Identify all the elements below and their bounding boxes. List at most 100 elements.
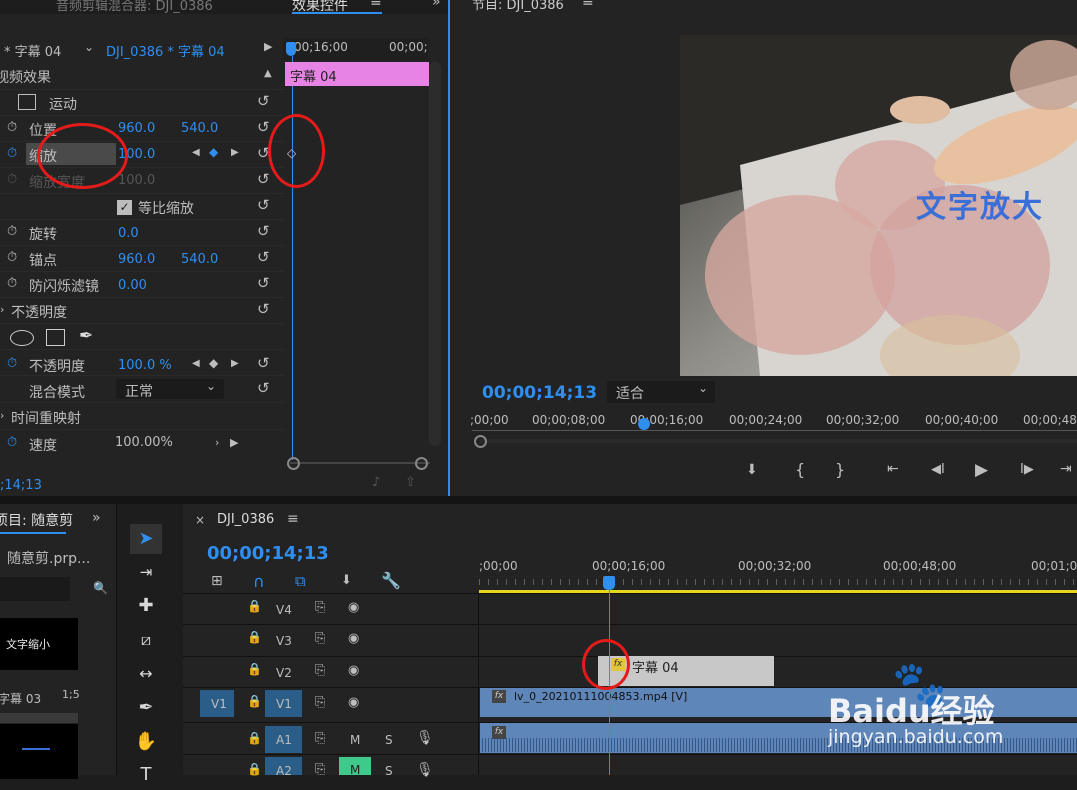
anchor-y-value[interactable]: 540.0 <box>181 252 218 267</box>
expand-arrow-icon[interactable]: › <box>0 303 4 316</box>
panel-menu-icon[interactable]: ≡ <box>582 0 594 10</box>
chevron-down-icon[interactable]: ⌄ <box>698 381 708 395</box>
next-keyframe-icon[interactable]: ▶ <box>231 358 239 369</box>
microphone-icon[interactable]: 🎙 <box>416 762 434 778</box>
step-forward-icon[interactable]: I▶ <box>1020 462 1034 477</box>
time-remap-label[interactable]: 时间重映射 <box>11 408 81 428</box>
eye-icon[interactable]: ◉ <box>348 663 359 678</box>
expand-panels-icon[interactable]: » <box>432 0 441 10</box>
stopwatch-icon[interactable]: ⏱ <box>7 276 17 291</box>
video-frame[interactable]: 文字放大 <box>680 35 1077 376</box>
pen-tool[interactable]: ✒ <box>130 693 162 723</box>
rectangle-mask-icon[interactable] <box>46 329 65 346</box>
ellipse-mask-icon[interactable] <box>10 330 34 346</box>
search-bin-icon[interactable]: 🔍 <box>93 581 108 595</box>
panel-menu-icon[interactable]: ≡ <box>370 0 382 10</box>
reset-icon[interactable]: ↺ <box>257 118 273 136</box>
rotation-value[interactable]: 0.0 <box>118 226 139 241</box>
export-frame-icon[interactable]: ⇧ <box>405 475 416 490</box>
lock-icon[interactable]: 🔒 <box>247 599 262 613</box>
go-to-out-icon[interactable]: ⇥ <box>1060 461 1072 477</box>
mark-out-icon[interactable]: } <box>835 460 845 479</box>
anchor-x-value[interactable]: 960.0 <box>118 252 155 267</box>
position-x-value[interactable]: 960.0 <box>118 121 155 136</box>
effect-controls-timecode[interactable]: ;14;13 <box>0 478 42 493</box>
reset-icon[interactable]: ↺ <box>257 354 273 372</box>
project-search-input[interactable] <box>0 577 70 601</box>
opacity-group-label[interactable]: 不透明度 <box>11 302 67 322</box>
mini-playhead-marker[interactable] <box>286 42 296 56</box>
stopwatch-icon[interactable]: ⏱ <box>7 356 17 371</box>
mute-button[interactable]: M <box>350 733 360 747</box>
lock-icon[interactable]: 🔒 <box>247 762 262 776</box>
prev-keyframe-icon[interactable]: ◀ <box>192 358 200 369</box>
eye-icon[interactable]: ◉ <box>348 631 359 646</box>
add-marker-icon[interactable]: ⬇ <box>341 573 352 588</box>
add-keyframe-icon[interactable]: ◆ <box>209 145 218 159</box>
eye-icon[interactable]: ◉ <box>348 695 359 710</box>
type-tool[interactable]: T <box>130 760 162 790</box>
motion-label[interactable]: 运动 <box>49 94 77 114</box>
stopwatch-icon[interactable]: ⏱ <box>7 224 17 239</box>
lock-icon[interactable]: 🔒 <box>247 630 262 644</box>
selection-tool[interactable]: ➤ <box>130 524 162 554</box>
sync-lock-icon[interactable]: ⎘ <box>315 695 325 710</box>
chevron-down-icon[interactable]: ⌄ <box>206 379 216 393</box>
timeline-playhead[interactable] <box>603 576 615 590</box>
microphone-icon[interactable]: 🎙 <box>416 730 434 746</box>
timeline-tab[interactable]: DJI_0386 <box>217 512 274 527</box>
next-keyframe-icon[interactable]: ▶ <box>231 147 239 158</box>
reset-icon[interactable]: ↺ <box>257 300 273 318</box>
add-keyframe-icon[interactable]: ◆ <box>209 356 218 370</box>
reset-icon[interactable]: ↺ <box>257 379 273 397</box>
eye-icon[interactable]: ◉ <box>348 600 359 615</box>
program-timecode[interactable]: 00;00;14;13 <box>482 383 597 403</box>
go-to-in-icon[interactable]: ⇤ <box>887 461 899 477</box>
track-label[interactable]: V4 <box>276 603 292 617</box>
lock-icon[interactable]: 🔒 <box>247 694 262 708</box>
panel-menu-icon[interactable]: ≡ <box>287 511 299 527</box>
razor-tool[interactable]: ⧄ <box>130 625 162 655</box>
linked-selection-icon[interactable]: ⧉ <box>295 572 306 590</box>
uniform-scale-checkbox[interactable]: ✓ <box>117 200 132 215</box>
expand-arrow-icon[interactable]: › <box>0 409 4 422</box>
zoom-handle-right[interactable] <box>415 457 428 470</box>
zoom-handle-left[interactable] <box>287 457 300 470</box>
audio-clip-only-icon[interactable]: ♪ <box>372 475 380 490</box>
track-label[interactable]: V3 <box>276 634 292 648</box>
play-button[interactable]: ▶ <box>975 460 988 480</box>
add-marker-icon[interactable]: ⬇ <box>746 462 758 478</box>
reset-icon[interactable]: ↺ <box>257 274 273 292</box>
program-playhead[interactable] <box>638 418 650 430</box>
reset-icon[interactable]: ↺ <box>257 92 273 110</box>
prev-keyframe-icon[interactable]: ◀ <box>192 147 200 158</box>
project-tab[interactable]: 项目: 随意剪 <box>0 510 73 530</box>
stopwatch-icon[interactable]: ⏱ <box>7 120 17 135</box>
reset-icon[interactable]: ↺ <box>257 222 273 240</box>
expand-panels-icon[interactable]: » <box>92 510 101 526</box>
effects-scrollbar[interactable] <box>429 62 441 446</box>
settings-wrench-icon[interactable]: 🔧 <box>381 571 401 590</box>
track-select-tool[interactable]: ⇥ <box>130 557 162 587</box>
sync-lock-icon[interactable]: ⎘ <box>315 731 325 746</box>
solo-button[interactable]: S <box>385 733 393 747</box>
snap-icon[interactable]: ∩ <box>253 572 265 591</box>
ripple-edit-tool[interactable]: ✚ <box>130 591 162 621</box>
next-keyframe-icon[interactable]: › <box>215 436 219 449</box>
sync-lock-icon[interactable]: ⎘ <box>315 600 325 615</box>
reset-icon[interactable]: ↺ <box>257 248 273 266</box>
sync-lock-icon[interactable]: ⎘ <box>315 631 325 646</box>
mark-in-icon[interactable]: { <box>795 460 805 479</box>
audio-mixer-tab[interactable]: 音频剪辑混合器: DJI_0386 <box>56 0 213 14</box>
lock-icon[interactable]: 🔒 <box>247 731 262 745</box>
stopwatch-icon[interactable]: ⏱ <box>7 146 17 161</box>
pen-mask-icon[interactable]: ✒ <box>79 326 93 346</box>
thumbnail-clip[interactable] <box>0 724 78 779</box>
position-y-value[interactable]: 540.0 <box>181 121 218 136</box>
timeline-timecode[interactable]: 00;00;14;13 <box>207 543 329 564</box>
stopwatch-icon[interactable]: ⏱ <box>7 435 17 450</box>
opacity-value[interactable]: 100.0 % <box>118 358 172 373</box>
sequence-clip-label[interactable]: DJI_0386 * 字幕 04 <box>106 41 225 60</box>
sync-lock-icon[interactable]: ⎘ <box>315 663 325 678</box>
slip-tool[interactable]: ↔ <box>130 659 162 689</box>
